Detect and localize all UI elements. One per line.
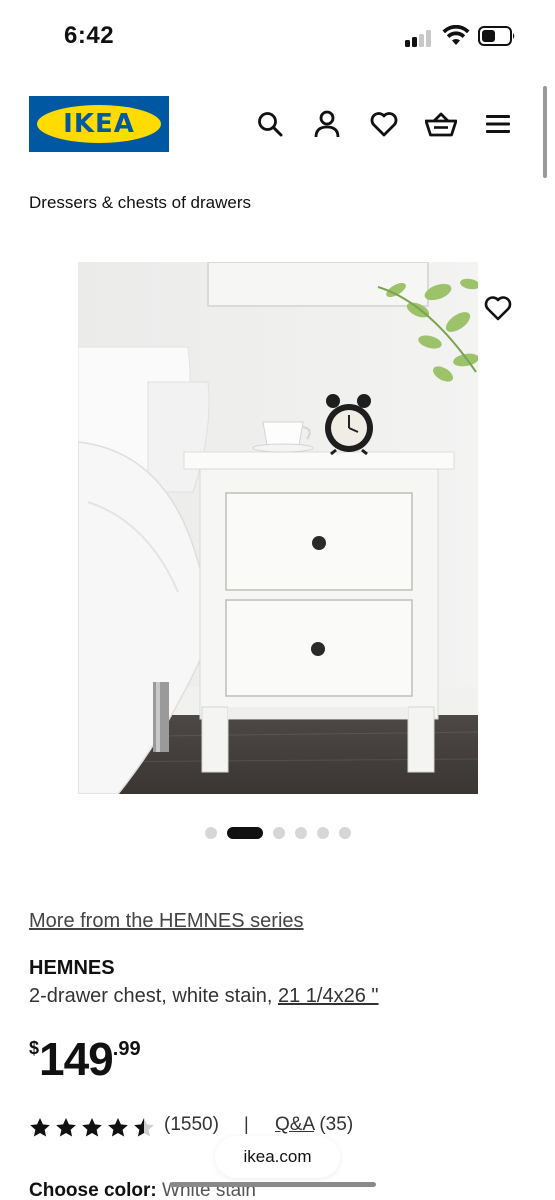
carousel-dot[interactable] — [294, 827, 307, 839]
page-scrollbar[interactable] — [543, 86, 547, 178]
star-rating[interactable] — [29, 1117, 155, 1137]
status-time: 6:42 — [64, 22, 115, 49]
image-carousel-dots[interactable] — [0, 826, 555, 840]
account-icon[interactable] — [311, 108, 343, 140]
home-indicator[interactable] — [170, 1182, 376, 1187]
breadcrumb[interactable]: Dressers & chests of drawers — [29, 193, 251, 213]
qa-link[interactable]: Q&A (35) — [275, 1114, 353, 1136]
star-full-icon — [56, 1118, 76, 1137]
qa-count: (35) — [319, 1114, 354, 1135]
qa-label[interactable]: Q&A — [275, 1114, 314, 1135]
price-currency: $ — [29, 1038, 40, 1058]
search-icon[interactable] — [254, 108, 286, 140]
browser-url-bar[interactable]: ikea.com — [215, 1136, 340, 1178]
hamburger-menu-icon[interactable] — [482, 108, 514, 140]
rating-separator: | — [244, 1114, 249, 1134]
save-to-favorites-icon[interactable] — [481, 292, 515, 324]
product-size-link[interactable]: 21 1/4x26 " — [278, 985, 379, 1007]
star-full-icon — [82, 1118, 102, 1137]
favorites-heart-icon[interactable] — [368, 108, 400, 140]
cellular-signal-icon — [405, 29, 435, 47]
url-text: ikea.com — [243, 1147, 312, 1166]
wifi-icon — [442, 25, 470, 45]
star-full-icon — [30, 1118, 50, 1137]
choose-color-label: Choose color: — [29, 1180, 157, 1200]
ikea-logo[interactable]: IKEA — [29, 96, 169, 152]
price-whole: 149 — [39, 1033, 114, 1085]
carousel-dot[interactable] — [272, 827, 285, 839]
product-image[interactable] — [78, 262, 478, 794]
review-count[interactable]: (1550) — [164, 1114, 219, 1136]
logo-text: IKEA — [63, 109, 135, 139]
carousel-dot[interactable] — [316, 827, 329, 839]
price-cents: .99 — [112, 1038, 141, 1060]
product-description: 2-drawer chest, white stain, 21 1/4x26 " — [29, 985, 379, 1008]
star-half-icon — [134, 1118, 154, 1137]
shopping-basket-icon[interactable] — [425, 108, 457, 140]
product-name: HEMNES — [29, 957, 115, 979]
battery-icon — [478, 26, 515, 46]
star-full-icon — [108, 1118, 128, 1137]
carousel-dot[interactable] — [204, 827, 217, 839]
series-link[interactable]: More from the HEMNES series — [29, 910, 304, 933]
carousel-dot[interactable] — [338, 827, 351, 839]
status-bar: 6:42 — [0, 0, 555, 70]
product-price: $149.99 — [29, 1032, 141, 1086]
carousel-dot-active[interactable] — [226, 827, 263, 839]
product-description-text: 2-drawer chest, white stain, — [29, 985, 273, 1007]
